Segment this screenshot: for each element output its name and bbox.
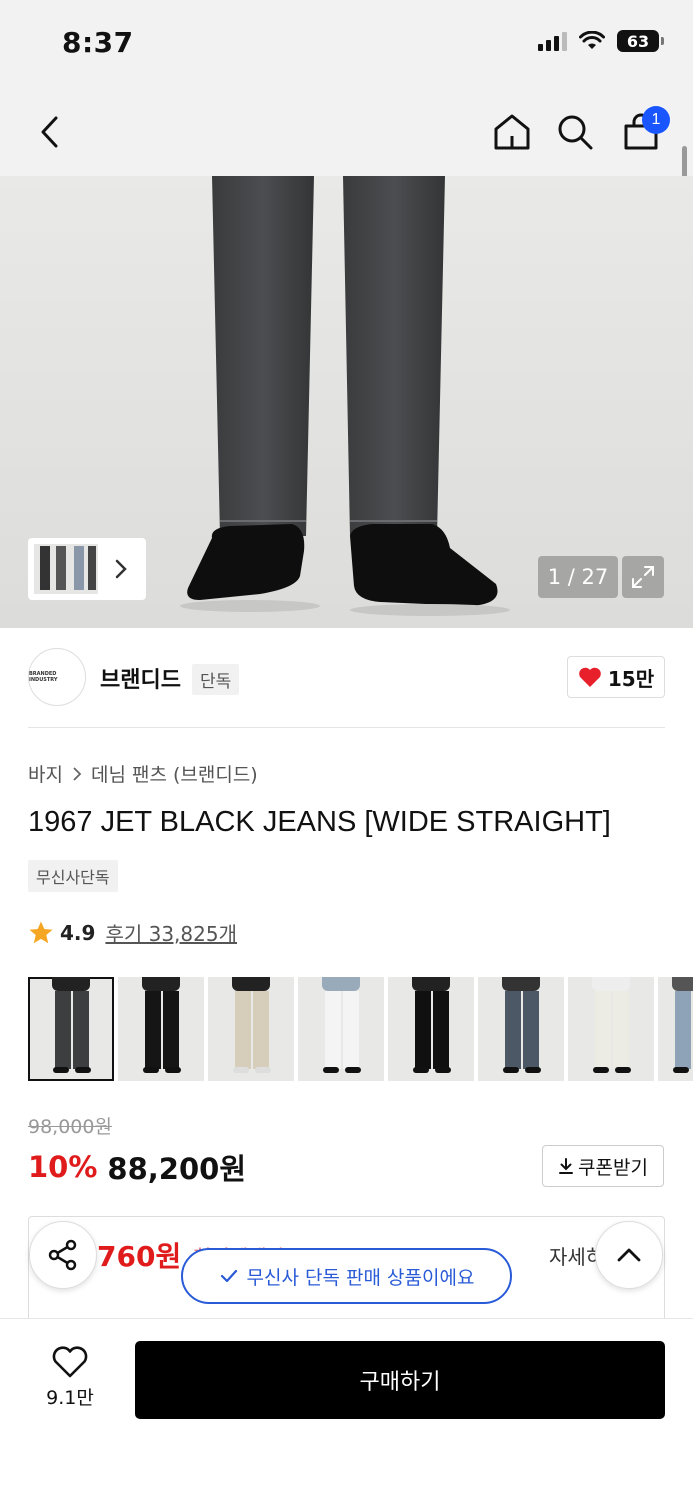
exclusive-toast: 무신사 단독 판매 상품이에요 [181, 1248, 512, 1304]
star-icon [29, 921, 53, 943]
color-variant-jet-black[interactable] [28, 977, 114, 1081]
chevron-right-icon [115, 559, 127, 579]
color-variant-washed-blue[interactable] [478, 977, 564, 1081]
brand-like-button[interactable]: 15만 [567, 656, 665, 698]
heart-filled-icon [579, 667, 601, 687]
wishlist-count: 9.1만 [46, 1387, 94, 1409]
buy-button[interactable]: 구매하기 [135, 1341, 665, 1419]
home-button[interactable] [486, 106, 538, 158]
wifi-icon [579, 31, 605, 49]
breadcrumb-subcategory[interactable]: 데님 팬츠 (브랜디드) [91, 760, 258, 787]
benefit-price: 760원 [97, 1240, 182, 1273]
battery-icon: 63 [617, 30, 664, 52]
breadcrumb: 바지 데님 팬츠 (브랜디드) [28, 760, 258, 787]
expand-image-button[interactable] [622, 556, 664, 598]
gallery-mini-thumbnail [32, 542, 100, 596]
back-button[interactable] [24, 106, 76, 158]
chevron-up-icon [617, 1248, 641, 1262]
bottom-action-bar: 9.1만 구매하기 [0, 1318, 693, 1500]
check-icon [220, 1269, 237, 1283]
signal-icon [538, 31, 567, 51]
brand-like-count: 15만 [607, 666, 655, 691]
divider [28, 727, 665, 728]
wishlist-button[interactable]: 9.1만 [32, 1345, 108, 1415]
product-title: 1967 JET BLACK JEANS [WIDE STRAIGHT] [28, 806, 611, 838]
status-time: 8:37 [62, 26, 134, 59]
scroll-top-button[interactable] [595, 1221, 663, 1289]
original-price: 98,000원 [28, 1116, 112, 1138]
chevron-left-icon [41, 116, 58, 148]
download-icon [559, 1158, 574, 1174]
color-variant-black[interactable] [118, 977, 204, 1081]
search-button[interactable] [549, 106, 601, 158]
cart-count-badge: 1 [642, 106, 670, 134]
home-icon [494, 114, 530, 150]
heart-outline-icon [52, 1346, 88, 1378]
share-button[interactable] [29, 1221, 97, 1289]
rating-row: 4.9 후기 33,825개 [28, 918, 237, 947]
color-variant-ivory[interactable] [568, 977, 654, 1081]
discount-rate: 10% [28, 1150, 98, 1184]
share-icon [48, 1239, 77, 1271]
coupon-label: 쿠폰받기 [578, 1156, 648, 1179]
product-image[interactable]: 1 / 27 [0, 176, 693, 628]
color-variant-white[interactable] [298, 977, 384, 1081]
review-count-link[interactable]: 후기 33,825개 [105, 918, 237, 947]
toast-text: 무신사 단독 판매 상품이에요 [246, 1266, 475, 1289]
status-icons: 63 [538, 30, 664, 52]
search-icon [558, 115, 593, 150]
gallery-thumbnail-strip[interactable] [28, 538, 146, 600]
color-variant-light-blue[interactable] [658, 977, 693, 1081]
brand-row: BRANDED INDUSTRY 브랜디드 단독 15만 [28, 648, 665, 708]
image-counter: 1 / 27 [538, 556, 618, 598]
exclusive-badge: 무신사단독 [28, 860, 118, 892]
coupon-download-button[interactable]: 쿠폰받기 [542, 1145, 664, 1187]
brand-name[interactable]: 브랜디드 [100, 662, 181, 694]
expand-icon [632, 566, 654, 588]
color-variant-list [28, 977, 693, 1081]
color-variant-beige[interactable] [208, 977, 294, 1081]
sale-price: 88,200원 [107, 1152, 247, 1186]
cart-button[interactable]: 1 [612, 106, 670, 158]
nav-bar: 1 [0, 88, 693, 176]
brand-logo[interactable]: BRANDED INDUSTRY [28, 648, 86, 706]
rating-score: 4.9 [60, 920, 96, 945]
brand-exclusive-tag: 단독 [192, 664, 240, 695]
price-row: 10% 88,200원 [28, 1146, 246, 1188]
breadcrumb-category[interactable]: 바지 [28, 760, 63, 787]
status-bar: 8:37 63 [0, 0, 693, 88]
chevron-right-icon [73, 766, 82, 781]
color-variant-black-2[interactable] [388, 977, 474, 1081]
